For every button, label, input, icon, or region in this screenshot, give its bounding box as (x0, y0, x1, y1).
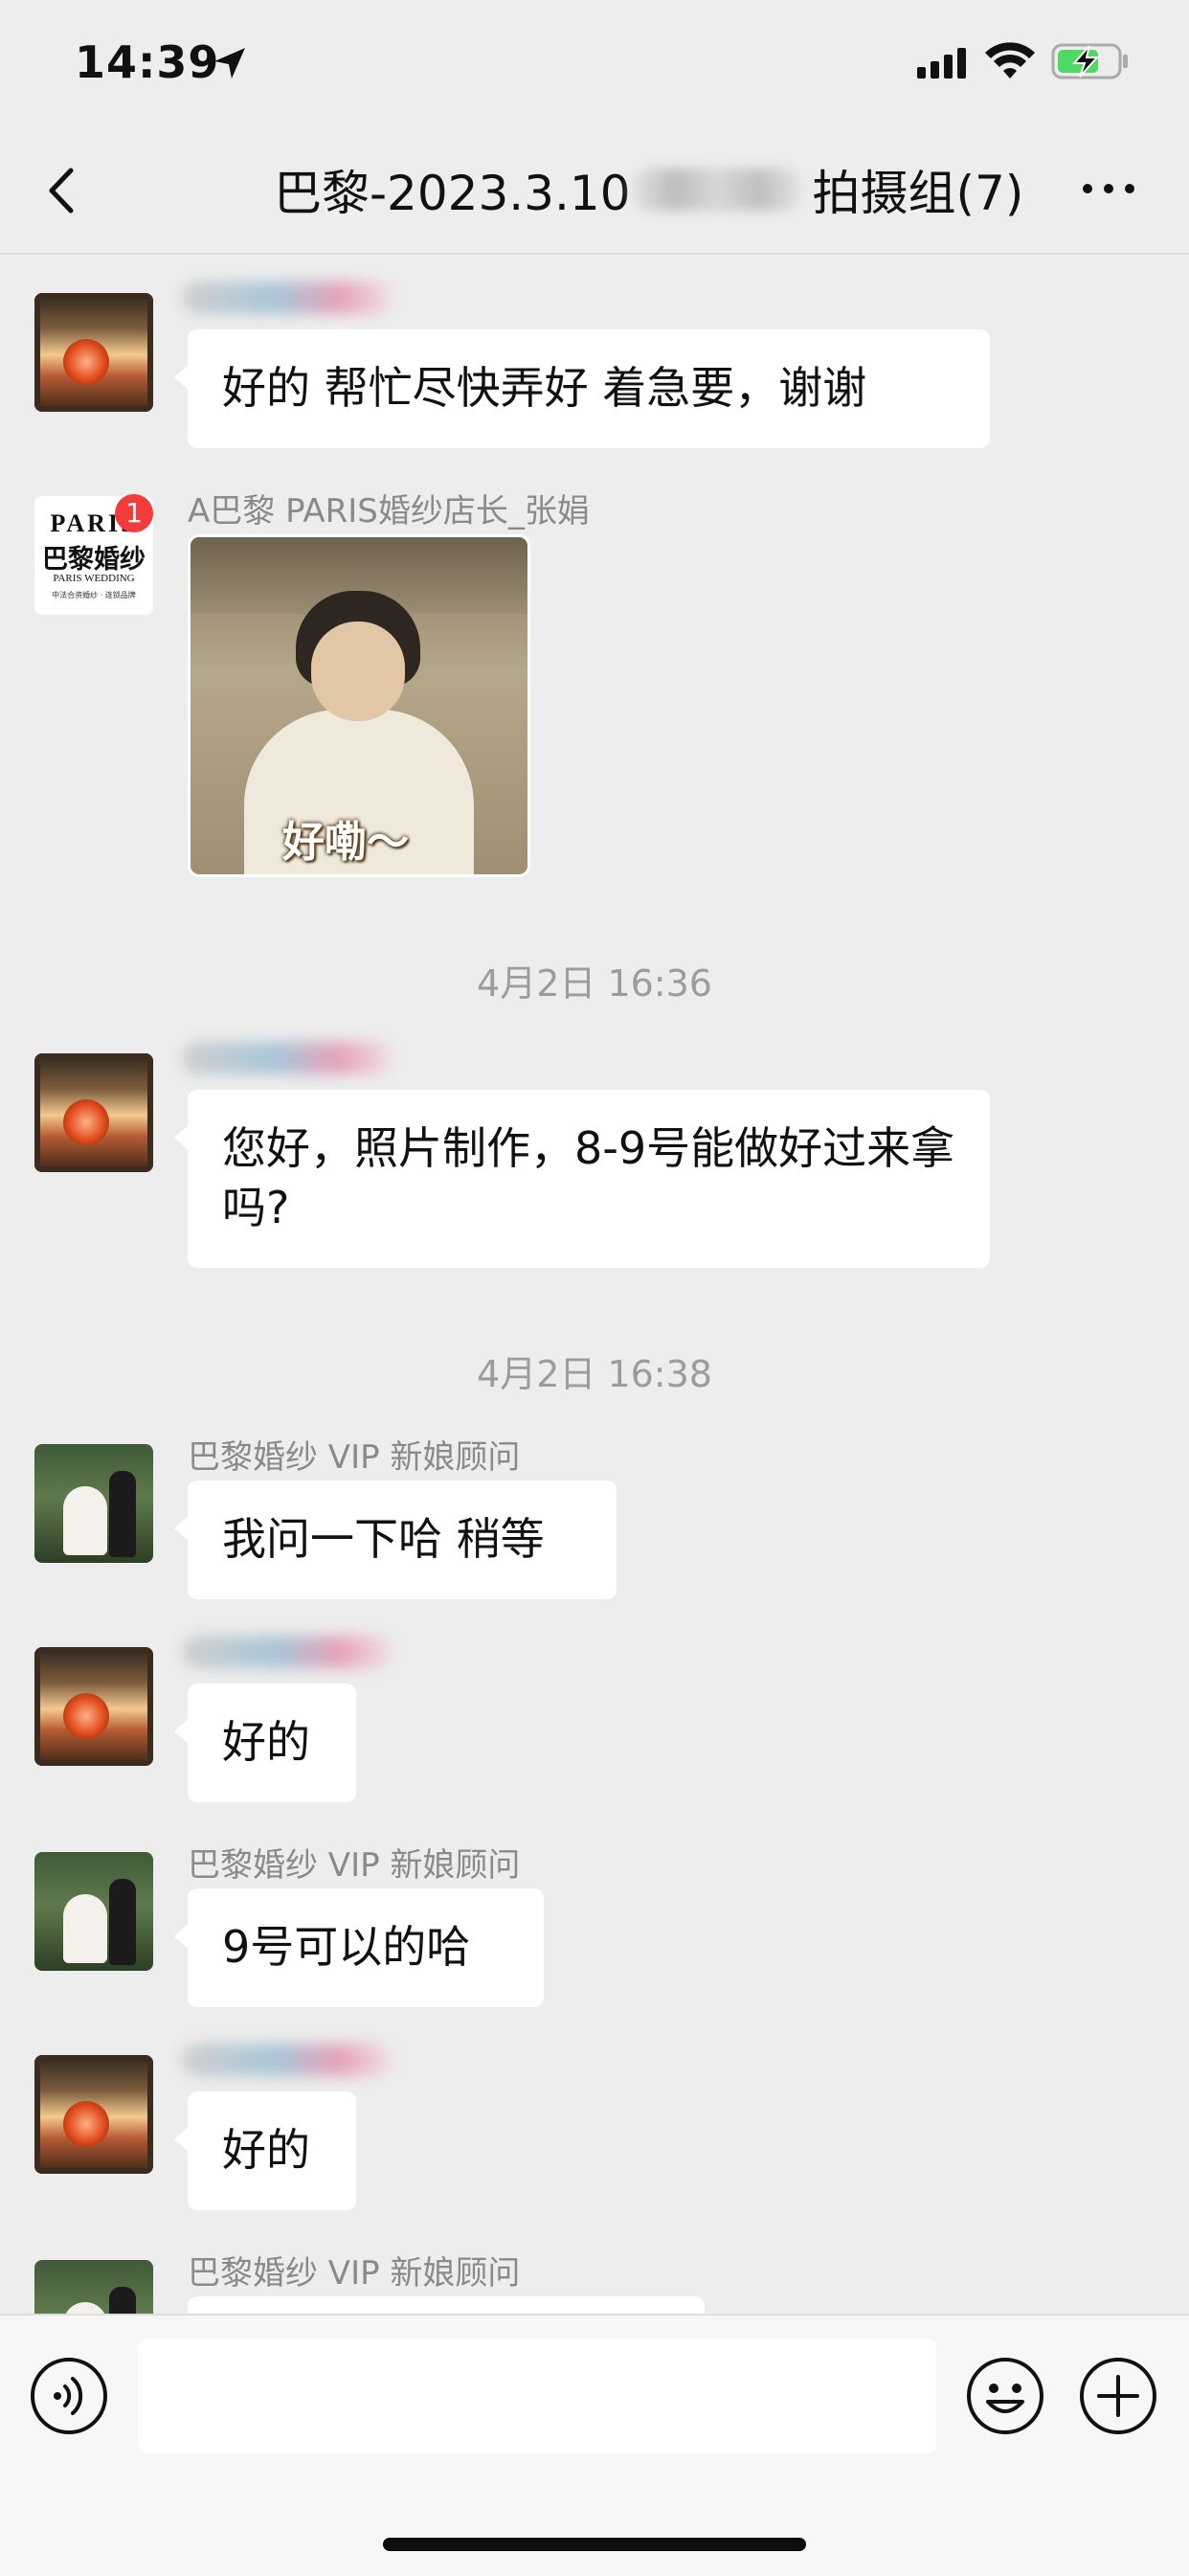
chat-title-suffix: 拍摄组(7) (812, 166, 1024, 221)
input-bar (0, 2314, 1189, 2576)
redacted-sender-name (182, 2044, 393, 2076)
message-bubble[interactable]: 好的 (174, 1683, 356, 1802)
message-bubble[interactable]: 您好，照片制作，8-9号能做好过来拿吗? (174, 1090, 990, 1268)
wifi-icon (985, 42, 1035, 79)
avatar[interactable] (34, 1444, 153, 1563)
home-indicator (383, 2538, 806, 2551)
redacted-sender-name (182, 1042, 393, 1074)
message-input[interactable] (138, 2339, 936, 2453)
more-options-icon[interactable] (1080, 174, 1137, 203)
battery-charging-icon (1051, 43, 1128, 79)
avatar[interactable] (34, 1852, 153, 1971)
emoji-icon[interactable] (965, 2356, 1045, 2436)
timestamp: 4月2日 16:38 (477, 1353, 712, 1395)
status-time: 14:39 (75, 36, 220, 88)
cellular-signal-icon (917, 48, 966, 79)
message-bubble[interactable]: 9号可以的哈 (174, 1888, 544, 2007)
sender-name: 巴黎婚纱 VIP 新娘顾问 (188, 2254, 521, 2293)
message-bubble[interactable]: 好的 帮忙尽快弄好 着急要，谢谢 (174, 329, 990, 448)
chat-header: 巴黎-2023.3.10 拍摄组(7) (0, 126, 1189, 255)
avatar[interactable] (34, 1053, 153, 1172)
back-arrow-icon[interactable] (38, 157, 86, 224)
message-bubble[interactable] (188, 2296, 705, 2314)
chat-title-prefix: 巴黎-2023.3.10 (274, 166, 631, 221)
redacted-sender-name (182, 282, 393, 314)
sender-name: 巴黎婚纱 VIP 新娘顾问 (188, 1438, 521, 1477)
avatar[interactable] (34, 1647, 153, 1766)
message-bubble[interactable]: 我问一下哈 稍等 (174, 1480, 617, 1599)
sender-name: 巴黎婚纱 VIP 新娘顾问 (188, 1846, 521, 1885)
avatar[interactable] (34, 293, 153, 412)
timestamp: 4月2日 16:36 (477, 962, 712, 1005)
plus-icon[interactable] (1078, 2356, 1158, 2436)
location-arrow-icon (214, 48, 245, 79)
status-bar: 14:39 (0, 0, 1189, 126)
sticker-caption: 好嘞～ (282, 818, 409, 867)
sticker-image[interactable]: 好嘞～ (188, 534, 530, 877)
avatar[interactable] (34, 2260, 153, 2314)
redacted-title-segment (632, 169, 802, 211)
avatar[interactable] (34, 2055, 153, 2174)
unread-badge: 1 (115, 494, 153, 532)
message-list[interactable]: 好的 帮忙尽快弄好 着急要，谢谢 PARIS 巴黎婚纱 PARIS WEDDIN… (0, 255, 1189, 2314)
voice-input-icon[interactable] (29, 2356, 109, 2436)
message-bubble[interactable]: 好的 (174, 2091, 356, 2210)
redacted-sender-name (182, 1636, 393, 1668)
sender-name: A巴黎 PARIS婚纱店长_张娟 (188, 492, 590, 531)
